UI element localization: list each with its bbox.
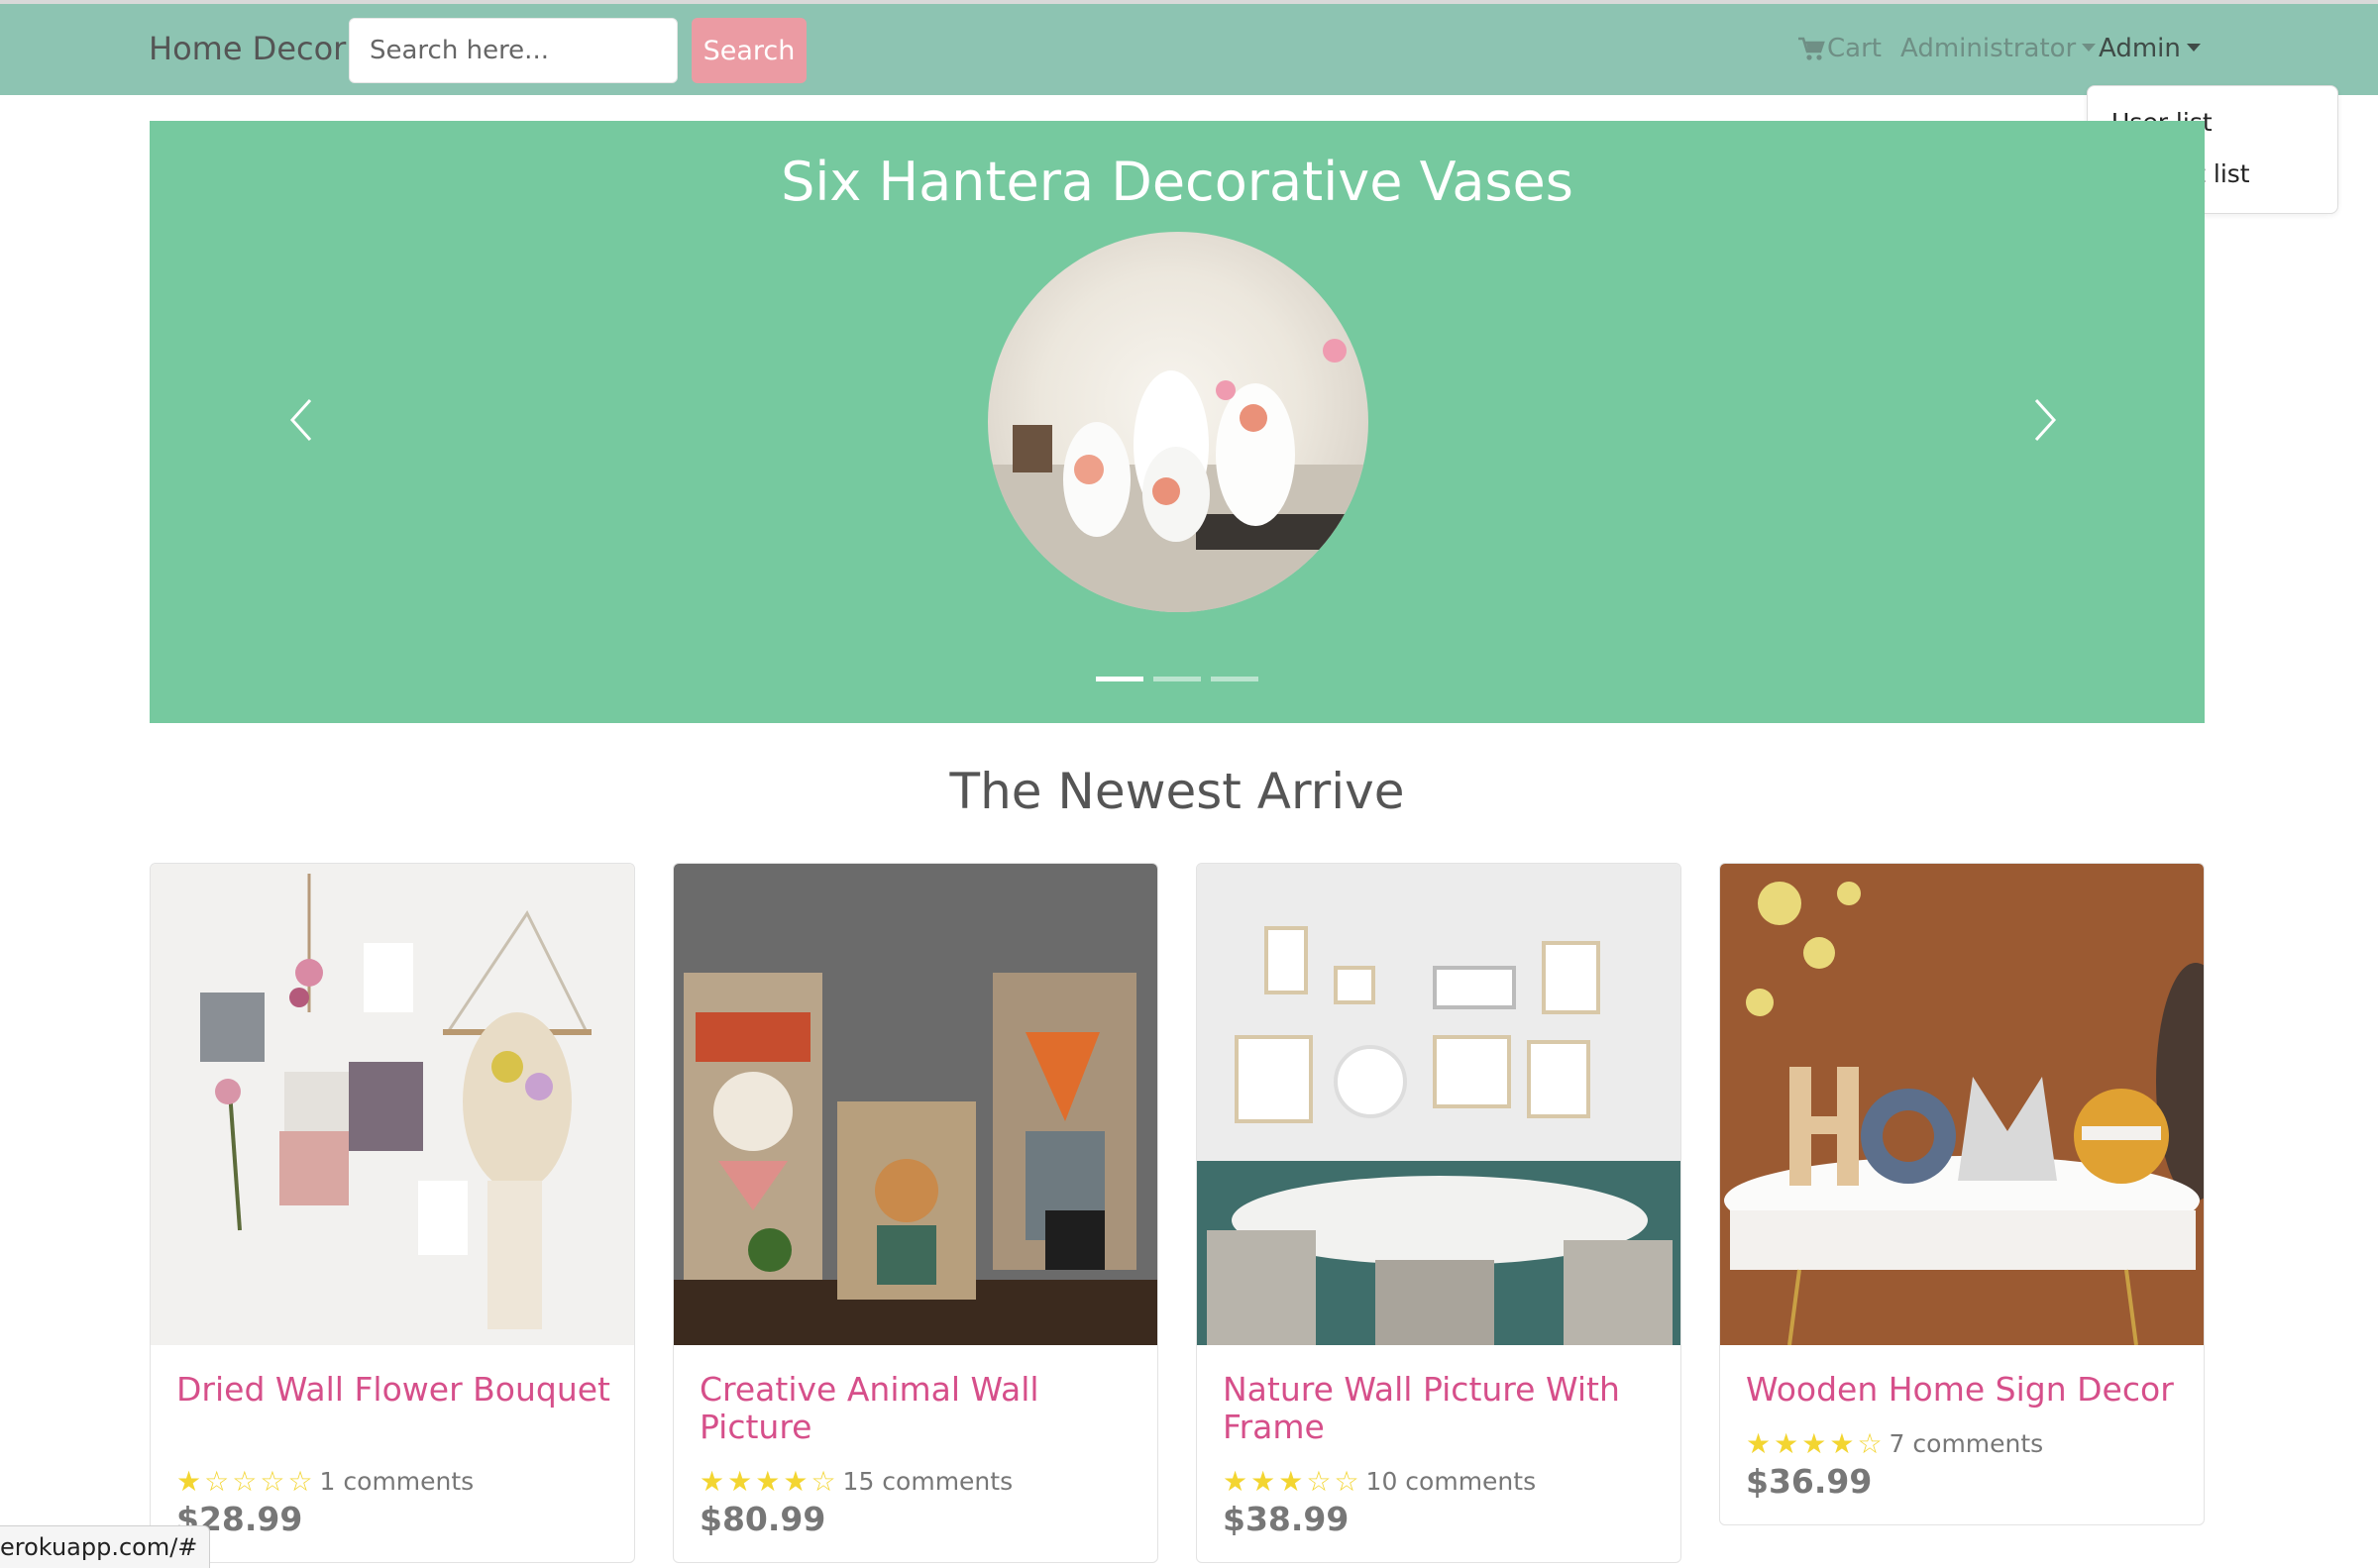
carousel-next-arrow-icon[interactable] bbox=[2030, 396, 2060, 444]
star-filled-icon: ★ bbox=[1829, 1426, 1855, 1460]
user-menu-label: Admin bbox=[2099, 34, 2181, 63]
product-price: $80.99 bbox=[700, 1500, 826, 1538]
carousel-slide-title: Six Hantera Decorative Vases bbox=[781, 151, 1573, 213]
product-title[interactable]: Dried Wall Flower Bouquet bbox=[176, 1371, 612, 1409]
product-image[interactable] bbox=[151, 864, 634, 1345]
star-empty-icon: ☆ bbox=[811, 1464, 836, 1498]
product-card[interactable]: Nature Wall Picture With Frame ★ ★ ★ ☆ ☆… bbox=[1196, 863, 1681, 1563]
star-filled-icon: ★ bbox=[755, 1464, 781, 1498]
product-rating: ★ ★ ★ ★ ☆ 15 comments bbox=[700, 1467, 1013, 1496]
cart-link[interactable]: Cart bbox=[1797, 34, 1882, 63]
product-rating: ★ ★ ★ ☆ ☆ 10 comments bbox=[1223, 1467, 1536, 1496]
product-title[interactable]: Wooden Home Sign Decor bbox=[1746, 1371, 2182, 1409]
star-empty-icon: ☆ bbox=[232, 1464, 258, 1498]
product-comments: 15 comments bbox=[842, 1467, 1014, 1496]
product-comments: 10 comments bbox=[1365, 1467, 1537, 1496]
product-rating: ★ ★ ★ ★ ☆ 7 comments bbox=[1746, 1429, 2043, 1458]
star-filled-icon: ★ bbox=[1746, 1426, 1772, 1460]
navbar: Home Decor Search Cart Administrator Adm… bbox=[0, 4, 2378, 95]
product-card[interactable]: Creative Animal Wall Picture ★ ★ ★ ★ ☆ 1… bbox=[673, 863, 1158, 1563]
star-filled-icon: ★ bbox=[1774, 1426, 1799, 1460]
cart-icon bbox=[1798, 37, 1825, 60]
search-button[interactable]: Search bbox=[692, 18, 807, 83]
star-empty-icon: ☆ bbox=[1334, 1464, 1359, 1498]
product-card[interactable]: Wooden Home Sign Decor ★ ★ ★ ★ ☆ 7 comme… bbox=[1719, 863, 2205, 1525]
product-price: $38.99 bbox=[1223, 1500, 1350, 1538]
carousel-prev-arrow-icon[interactable] bbox=[286, 396, 316, 444]
carousel-slide-image bbox=[988, 232, 1368, 612]
hero-carousel: Six Hantera Decorative Vases bbox=[150, 121, 2205, 723]
star-empty-icon: ☆ bbox=[204, 1464, 230, 1498]
section-title: The Newest Arrive bbox=[949, 763, 1405, 820]
administrator-menu-label: Administrator bbox=[1900, 34, 2077, 63]
star-empty-icon: ☆ bbox=[1857, 1426, 1883, 1460]
carousel-indicator-2[interactable] bbox=[1153, 677, 1201, 681]
product-price: $36.99 bbox=[1746, 1462, 1873, 1501]
product-title[interactable]: Nature Wall Picture With Frame bbox=[1223, 1371, 1659, 1446]
star-filled-icon: ★ bbox=[727, 1464, 753, 1498]
star-empty-icon: ☆ bbox=[287, 1464, 313, 1498]
product-card[interactable]: Dried Wall Flower Bouquet ★ ☆ ☆ ☆ ☆ 1 co… bbox=[150, 863, 635, 1563]
star-filled-icon: ★ bbox=[1250, 1464, 1276, 1498]
user-menu-toggle[interactable]: Admin bbox=[2099, 34, 2201, 63]
star-filled-icon: ★ bbox=[700, 1464, 725, 1498]
brand-link[interactable]: Home Decor bbox=[149, 30, 346, 67]
product-image[interactable] bbox=[674, 864, 1157, 1345]
product-image[interactable] bbox=[1720, 864, 2204, 1346]
star-filled-icon: ★ bbox=[1278, 1464, 1304, 1498]
search-input[interactable] bbox=[349, 18, 678, 83]
product-comments: 1 comments bbox=[319, 1467, 475, 1496]
carousel-indicators bbox=[1096, 677, 1294, 682]
chevron-down-icon bbox=[2186, 44, 2201, 52]
star-empty-icon: ☆ bbox=[1306, 1464, 1332, 1498]
star-filled-icon: ★ bbox=[1801, 1426, 1827, 1460]
carousel-indicator-1[interactable] bbox=[1096, 677, 1143, 681]
chevron-down-icon bbox=[2082, 44, 2097, 52]
star-empty-icon: ☆ bbox=[260, 1464, 285, 1498]
product-comments: 7 comments bbox=[1889, 1429, 2044, 1458]
star-filled-icon: ★ bbox=[176, 1464, 202, 1498]
star-filled-icon: ★ bbox=[1223, 1464, 1248, 1498]
star-filled-icon: ★ bbox=[783, 1464, 809, 1498]
product-title[interactable]: Creative Animal Wall Picture bbox=[700, 1371, 1135, 1446]
status-bar-url: erokuapp.com/# bbox=[0, 1525, 211, 1568]
product-image[interactable] bbox=[1197, 864, 1680, 1345]
administrator-menu-toggle[interactable]: Administrator bbox=[1900, 34, 2097, 63]
product-rating: ★ ☆ ☆ ☆ ☆ 1 comments bbox=[176, 1467, 474, 1496]
carousel-indicator-3[interactable] bbox=[1211, 677, 1258, 681]
cart-label: Cart bbox=[1827, 34, 1882, 63]
